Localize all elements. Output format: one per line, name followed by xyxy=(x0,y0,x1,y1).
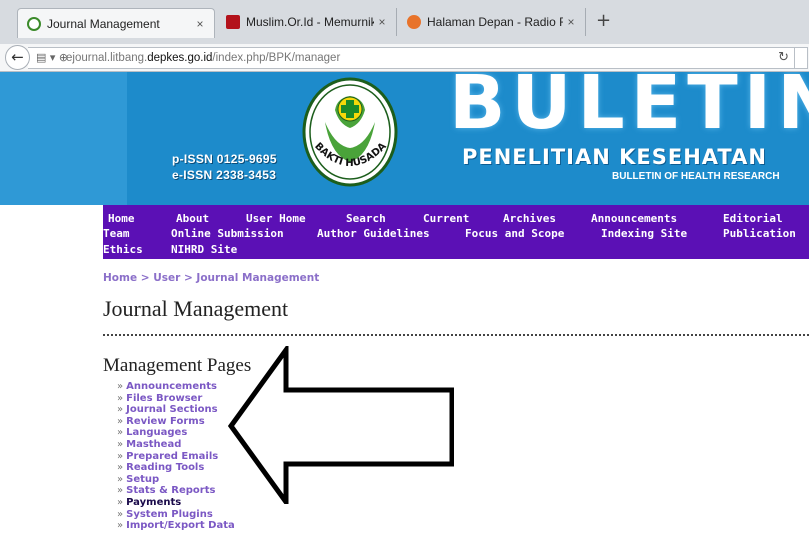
menu-editorial[interactable]: Editorial xyxy=(723,212,783,225)
breadcrumb: Home > User > Journal Management xyxy=(103,272,320,284)
main-menu: Home About User Home Search Current Arch… xyxy=(103,205,809,259)
menu-current[interactable]: Current xyxy=(423,212,469,225)
tab-muslim-or-id[interactable]: Muslim.Or.Id - Memurnika... × xyxy=(217,8,397,36)
url-bar[interactable]: ▤ ▾ ⊕ ejournal.litbang.depkes.go.id/inde… xyxy=(28,47,808,69)
link-journal-sections[interactable]: » Journal Sections xyxy=(117,404,235,416)
menu-team[interactable]: Team xyxy=(103,227,130,240)
tab-close-icon[interactable]: × xyxy=(374,15,390,29)
radio-favicon-icon xyxy=(407,15,421,29)
link-setup[interactable]: » Setup xyxy=(117,474,235,486)
kemenkes-favicon-icon xyxy=(27,16,41,31)
link-stats-reports[interactable]: » Stats & Reports xyxy=(117,485,235,497)
menu-online-submission[interactable]: Online Submission xyxy=(171,227,284,240)
link-payments[interactable]: » Payments xyxy=(117,497,235,509)
menu-home[interactable]: Home xyxy=(108,212,135,225)
menu-ethics[interactable]: Ethics xyxy=(103,243,143,256)
breadcrumb-home[interactable]: Home xyxy=(103,272,137,284)
browser-tab-bar: Journal Management × Muslim.Or.Id - Memu… xyxy=(0,0,809,44)
browser-nav-bar: ▤ ▾ ⊕ ejournal.litbang.depkes.go.id/inde… xyxy=(0,44,809,72)
banner-title: BULETIN xyxy=(449,72,809,146)
menu-focus-and-scope[interactable]: Focus and Scope xyxy=(465,227,564,240)
tab-title: Journal Management xyxy=(47,16,160,31)
tab-journal-management[interactable]: Journal Management × xyxy=(17,8,215,38)
journal-banner: p-ISSN 0125-9695 e-ISSN 2338-3453 BAKTI … xyxy=(127,72,809,205)
e-issn: e-ISSN 2338-3453 xyxy=(172,168,277,182)
management-links: » Announcements » Files Browser » Journal S… xyxy=(117,381,235,532)
banner-left-strip xyxy=(0,72,127,205)
banner-english-title: BULLETIN OF HEALTH RESEARCH xyxy=(612,171,780,182)
link-announcements[interactable]: » Announcements xyxy=(117,381,235,393)
menu-publication[interactable]: Publication xyxy=(723,227,796,240)
menu-search[interactable]: Search xyxy=(346,212,386,225)
link-prepared-emails[interactable]: » Prepared Emails xyxy=(117,451,235,463)
link-system-plugins[interactable]: » System Plugins xyxy=(117,509,235,521)
tab-close-icon[interactable]: × xyxy=(563,15,579,29)
tab-radio-rodja[interactable]: Halaman Depan - Radio Ro... × xyxy=(398,8,586,36)
tab-title: Muslim.Or.Id - Memurnika... xyxy=(246,15,374,29)
bakti-husada-logo-icon: BAKTI HUSADA xyxy=(302,77,398,187)
link-masthead[interactable]: » Masthead xyxy=(117,439,235,451)
menu-nihrd-site[interactable]: NIHRD Site xyxy=(171,243,237,256)
menu-announcements[interactable]: Announcements xyxy=(591,212,677,225)
menu-author-guidelines[interactable]: Author Guidelines xyxy=(317,227,430,240)
url-text[interactable]: ejournal.litbang.depkes.go.id/index.php/… xyxy=(66,52,340,64)
menu-archives[interactable]: Archives xyxy=(503,212,556,225)
menu-about[interactable]: About xyxy=(176,212,209,225)
link-reading-tools[interactable]: » Reading Tools xyxy=(117,462,235,474)
link-review-forms[interactable]: » Review Forms xyxy=(117,416,235,428)
menu-left-gap xyxy=(0,205,103,259)
banner-subtitle: PENELITIAN KESEHATAN xyxy=(462,145,767,169)
link-files-browser[interactable]: » Files Browser xyxy=(117,393,235,405)
menu-user-home[interactable]: User Home xyxy=(246,212,306,225)
link-import-export-data[interactable]: » Import/Export Data xyxy=(117,520,235,532)
muslim-favicon-icon xyxy=(226,15,240,29)
menu-indexing-site[interactable]: Indexing Site xyxy=(601,227,687,240)
search-box[interactable] xyxy=(794,47,809,69)
p-issn: p-ISSN 0125-9695 xyxy=(172,152,277,166)
link-languages[interactable]: » Languages xyxy=(117,427,235,439)
site-identity-icon[interactable]: ▤ ▾ ⊕ xyxy=(36,51,68,64)
tab-close-icon[interactable]: × xyxy=(192,17,208,31)
new-tab-button[interactable]: + xyxy=(596,10,611,31)
breadcrumb-current[interactable]: Journal Management xyxy=(196,272,319,284)
back-arrow-icon: ← xyxy=(11,48,24,66)
annotation-arrow-icon xyxy=(228,346,454,504)
breadcrumb-user[interactable]: User xyxy=(153,272,180,284)
reload-icon[interactable]: ↻ xyxy=(778,50,789,65)
dotted-divider xyxy=(103,334,809,336)
tab-title: Halaman Depan - Radio Ro... xyxy=(427,15,563,29)
back-button[interactable]: ← xyxy=(5,45,30,70)
page-title: Journal Management xyxy=(103,296,289,321)
